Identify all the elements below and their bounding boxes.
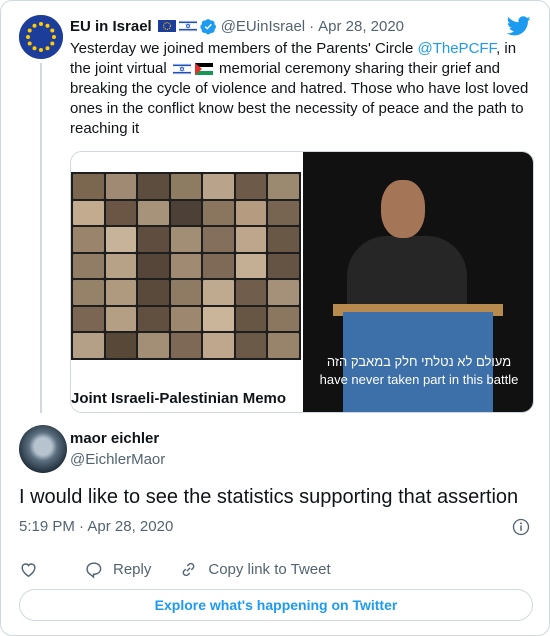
participant-tile bbox=[268, 333, 299, 358]
participant-tile bbox=[268, 227, 299, 252]
participant-tile bbox=[170, 227, 202, 252]
participant-tile bbox=[268, 174, 299, 199]
participant-tile bbox=[203, 306, 234, 332]
participant-tile bbox=[235, 174, 267, 199]
tweet-embed-card: EU in Israel @EUinIsrael · Apr 28, 2020 … bbox=[0, 0, 550, 636]
tweet-actions: Reply Copy link to Tweet bbox=[19, 558, 359, 580]
participant-tile bbox=[203, 333, 234, 358]
participant-tile bbox=[170, 253, 202, 279]
video-call-image[interactable]: Joint Israeli-Palestinian Memo bbox=[71, 152, 303, 412]
participant-tile bbox=[105, 227, 137, 252]
israel-flag-icon bbox=[178, 20, 197, 32]
meta-separator: · bbox=[79, 518, 85, 535]
participant-tile bbox=[73, 253, 104, 279]
header-separator: · bbox=[309, 17, 315, 35]
participant-tile bbox=[235, 333, 267, 358]
participant-tile bbox=[235, 200, 267, 226]
heart-icon bbox=[21, 562, 36, 577]
hebrew-subtitle: מעולם לא נטלתי חלק במאבק הזה bbox=[326, 354, 512, 369]
speaker-head bbox=[381, 180, 425, 238]
participant-tile bbox=[73, 280, 104, 305]
participant-tile bbox=[105, 306, 137, 332]
participant-tile bbox=[235, 253, 267, 279]
thread-line bbox=[40, 63, 42, 413]
copy-link-button[interactable]: Copy link to Tweet bbox=[179, 560, 331, 579]
participant-tile bbox=[138, 174, 169, 199]
participant-tile bbox=[138, 280, 169, 305]
palestine-flag-icon bbox=[194, 63, 213, 76]
participant-tile bbox=[203, 174, 234, 199]
reply-date: Apr 28, 2020 bbox=[87, 518, 174, 535]
participant-tile bbox=[105, 280, 137, 305]
participant-tile bbox=[235, 227, 267, 252]
parent-tweet-header: EU in Israel @EUinIsrael · Apr 28, 2020 bbox=[70, 16, 404, 36]
link-icon bbox=[182, 562, 195, 576]
reply-timestamp[interactable]: 5:19 PM · Apr 28, 2020 bbox=[19, 518, 173, 535]
reply-text: I would like to see the statistics suppo… bbox=[19, 486, 519, 508]
author-handle[interactable]: @EUinIsrael bbox=[221, 18, 305, 35]
participant-tile bbox=[73, 306, 104, 332]
participant-tile bbox=[138, 333, 169, 358]
reply-author-handle[interactable]: @EichlerMaor bbox=[70, 451, 165, 468]
participant-tile bbox=[73, 227, 104, 252]
explore-button[interactable]: Explore what's happening on Twitter bbox=[19, 589, 533, 621]
mention-link[interactable]: @ThePCFF bbox=[417, 40, 496, 57]
like-button[interactable] bbox=[19, 560, 48, 579]
participant-tile bbox=[170, 200, 202, 226]
speaker-video-image[interactable]: מעולם לא נטלתי חלק במאבק הזה have never … bbox=[303, 152, 533, 412]
participant-tile bbox=[170, 174, 202, 199]
participant-tile bbox=[138, 200, 169, 226]
israel-flag-icon bbox=[172, 63, 191, 76]
participant-tile bbox=[105, 174, 137, 199]
eu-flag-icon bbox=[157, 20, 176, 32]
media-caption: Joint Israeli-Palestinian Memo bbox=[71, 390, 287, 407]
participant-tile bbox=[268, 200, 299, 226]
author-name[interactable]: EU in Israel bbox=[70, 18, 152, 35]
participant-tile bbox=[105, 253, 137, 279]
reply-time: 5:19 PM bbox=[19, 518, 75, 535]
media-attachment[interactable]: Joint Israeli-Palestinian Memo מעולם לא … bbox=[70, 151, 534, 413]
participant-tile bbox=[203, 253, 234, 279]
participant-tile bbox=[73, 333, 104, 358]
participant-tile bbox=[235, 306, 267, 332]
twitter-logo-icon[interactable] bbox=[507, 14, 531, 38]
participant-tile bbox=[105, 200, 137, 226]
participant-grid bbox=[71, 172, 301, 360]
verified-icon bbox=[200, 18, 216, 34]
participant-tile bbox=[138, 227, 169, 252]
reply-author-name[interactable]: maor eichler bbox=[70, 430, 159, 447]
participant-tile bbox=[203, 280, 234, 305]
participant-tile bbox=[170, 333, 202, 358]
participant-tile bbox=[170, 306, 202, 332]
participant-tile bbox=[268, 253, 299, 279]
reply-button[interactable]: Reply bbox=[84, 560, 151, 579]
reply-label: Reply bbox=[113, 560, 152, 578]
reply-avatar[interactable] bbox=[19, 425, 67, 473]
reply-icon bbox=[86, 561, 102, 579]
participant-tile bbox=[73, 174, 104, 199]
eu-avatar[interactable] bbox=[19, 15, 63, 59]
participant-tile bbox=[73, 200, 104, 226]
copy-link-label: Copy link to Tweet bbox=[208, 560, 331, 578]
participant-tile bbox=[170, 280, 202, 305]
tweet-text-part: Yesterday we joined members of the Paren… bbox=[70, 40, 418, 57]
parent-tweet-text: Yesterday we joined members of the Paren… bbox=[70, 39, 532, 139]
participant-tile bbox=[138, 306, 169, 332]
tweet-date[interactable]: Apr 28, 2020 bbox=[318, 18, 404, 35]
info-icon[interactable] bbox=[512, 518, 530, 536]
english-subtitle: have never taken part in this battle bbox=[319, 372, 519, 387]
participant-tile bbox=[268, 306, 299, 332]
participant-tile bbox=[235, 280, 267, 305]
participant-tile bbox=[268, 280, 299, 305]
participant-tile bbox=[105, 333, 137, 358]
participant-tile bbox=[203, 200, 234, 226]
participant-tile bbox=[203, 227, 234, 252]
participant-tile bbox=[138, 253, 169, 279]
